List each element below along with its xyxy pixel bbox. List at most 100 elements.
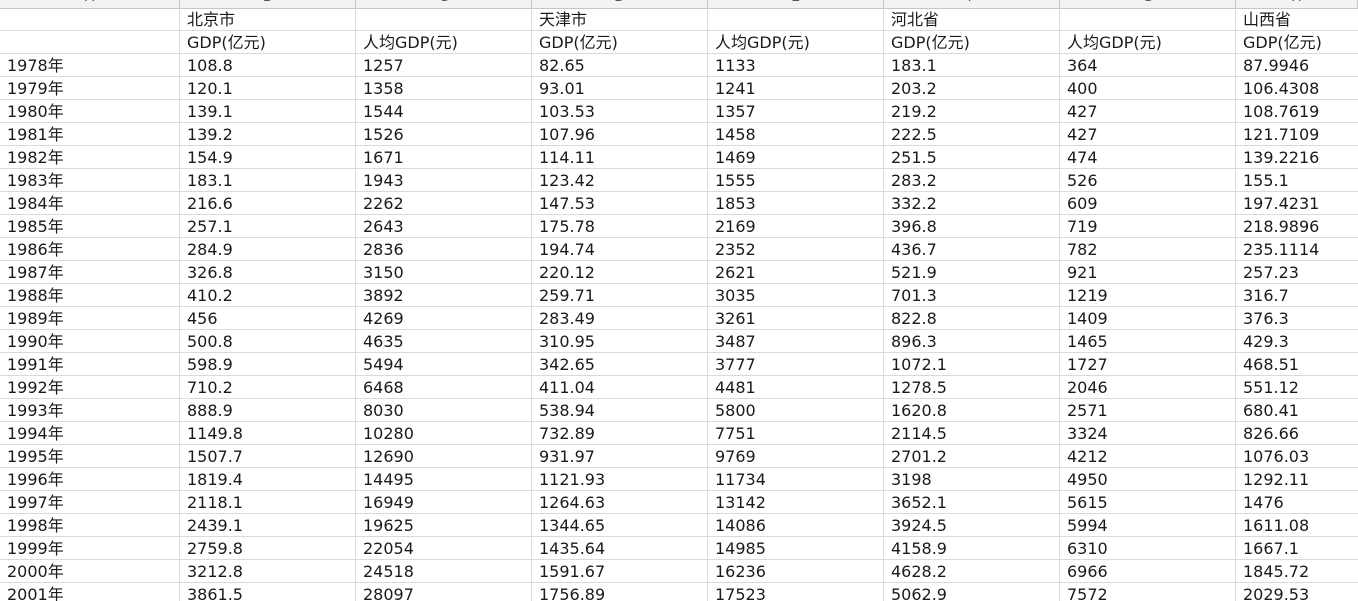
data-cell[interactable]: 1507.7 — [180, 445, 356, 467]
data-cell[interactable]: 1526 — [356, 123, 532, 145]
data-cell[interactable]: 396.8 — [884, 215, 1060, 237]
data-cell[interactable]: 5800 — [708, 399, 884, 421]
data-cell[interactable]: 257.1 — [180, 215, 356, 237]
data-cell[interactable]: 1072.1 — [884, 353, 1060, 375]
data-cell[interactable]: 197.4231 — [1236, 192, 1358, 214]
data-cell[interactable]: 120.1 — [180, 77, 356, 99]
data-cell[interactable]: 121.7109 — [1236, 123, 1358, 145]
data-cell[interactable]: 5994 — [1060, 514, 1236, 536]
data-cell[interactable]: GDP(亿元) — [532, 31, 708, 53]
row-label-cell[interactable] — [0, 31, 180, 53]
data-cell[interactable]: 147.53 — [532, 192, 708, 214]
data-cell[interactable]: 14495 — [356, 468, 532, 490]
column-header-g[interactable]: G — [1060, 0, 1236, 8]
data-cell[interactable]: 1611.08 — [1236, 514, 1358, 536]
data-cell[interactable]: 1476 — [1236, 491, 1358, 513]
data-cell[interactable]: 4635 — [356, 330, 532, 352]
row-label-cell[interactable]: 1998年 — [0, 514, 180, 536]
data-cell[interactable]: 1465 — [1060, 330, 1236, 352]
data-cell[interactable]: 259.71 — [532, 284, 708, 306]
data-cell[interactable]: 342.65 — [532, 353, 708, 375]
data-cell[interactable]: 2169 — [708, 215, 884, 237]
data-cell[interactable]: 19625 — [356, 514, 532, 536]
data-cell[interactable]: 888.9 — [180, 399, 356, 421]
data-cell[interactable]: 1458 — [708, 123, 884, 145]
data-cell[interactable]: 1358 — [356, 77, 532, 99]
data-cell[interactable]: 山西省 — [1236, 8, 1358, 30]
data-cell[interactable]: 235.1114 — [1236, 238, 1358, 260]
row-label-cell[interactable]: 1993年 — [0, 399, 180, 421]
row-label-cell[interactable]: 2000年 — [0, 560, 180, 582]
data-cell[interactable]: 2114.5 — [884, 422, 1060, 444]
data-cell[interactable]: 283.2 — [884, 169, 1060, 191]
data-cell[interactable]: 2701.2 — [884, 445, 1060, 467]
data-cell[interactable]: 3652.1 — [884, 491, 1060, 513]
data-cell[interactable]: 220.12 — [532, 261, 708, 283]
data-cell[interactable]: 183.1 — [180, 169, 356, 191]
data-cell[interactable] — [1060, 8, 1236, 30]
row-label-cell[interactable]: 2001年 — [0, 583, 180, 601]
data-cell[interactable]: 3035 — [708, 284, 884, 306]
row-label-cell[interactable]: 1979年 — [0, 77, 180, 99]
data-cell[interactable]: 10280 — [356, 422, 532, 444]
data-cell[interactable]: 3892 — [356, 284, 532, 306]
data-cell[interactable]: 326.8 — [180, 261, 356, 283]
data-cell[interactable]: 2571 — [1060, 399, 1236, 421]
data-cell[interactable]: 332.2 — [884, 192, 1060, 214]
data-cell[interactable]: 5494 — [356, 353, 532, 375]
data-cell[interactable]: 2759.8 — [180, 537, 356, 559]
data-cell[interactable]: 1469 — [708, 146, 884, 168]
data-cell[interactable]: 1620.8 — [884, 399, 1060, 421]
data-cell[interactable]: 701.3 — [884, 284, 1060, 306]
row-label-cell[interactable]: 1989年 — [0, 307, 180, 329]
data-cell[interactable]: 8030 — [356, 399, 532, 421]
data-cell[interactable]: 364 — [1060, 54, 1236, 76]
data-cell[interactable]: 436.7 — [884, 238, 1060, 260]
data-cell[interactable] — [356, 8, 532, 30]
data-cell[interactable]: 154.9 — [180, 146, 356, 168]
data-cell[interactable]: 3212.8 — [180, 560, 356, 582]
data-cell[interactable]: 1357 — [708, 100, 884, 122]
data-cell[interactable]: 6966 — [1060, 560, 1236, 582]
data-cell[interactable]: 468.51 — [1236, 353, 1358, 375]
data-cell[interactable]: 194.74 — [532, 238, 708, 260]
data-cell[interactable]: 427 — [1060, 123, 1236, 145]
data-cell[interactable]: 551.12 — [1236, 376, 1358, 398]
data-cell[interactable]: 719 — [1060, 215, 1236, 237]
data-cell[interactable]: 219.2 — [884, 100, 1060, 122]
data-cell[interactable]: 16236 — [708, 560, 884, 582]
data-cell[interactable]: 人均GDP(元) — [356, 31, 532, 53]
row-label-cell[interactable]: 1990年 — [0, 330, 180, 352]
data-cell[interactable]: 456 — [180, 307, 356, 329]
data-cell[interactable]: 1409 — [1060, 307, 1236, 329]
data-cell[interactable]: 410.2 — [180, 284, 356, 306]
data-cell[interactable]: 376.3 — [1236, 307, 1358, 329]
data-cell[interactable]: 1241 — [708, 77, 884, 99]
row-label-cell[interactable]: 1984年 — [0, 192, 180, 214]
data-cell[interactable]: 7572 — [1060, 583, 1236, 601]
row-label-cell[interactable]: 1985年 — [0, 215, 180, 237]
data-cell[interactable]: 1591.67 — [532, 560, 708, 582]
row-label-cell[interactable]: 1999年 — [0, 537, 180, 559]
data-cell[interactable]: 北京市 — [180, 8, 356, 30]
data-cell[interactable]: 5615 — [1060, 491, 1236, 513]
data-cell[interactable]: 284.9 — [180, 238, 356, 260]
data-cell[interactable]: 3777 — [708, 353, 884, 375]
data-cell[interactable]: 1076.03 — [1236, 445, 1358, 467]
data-cell[interactable]: 1853 — [708, 192, 884, 214]
data-cell[interactable]: 4212 — [1060, 445, 1236, 467]
column-header-c[interactable]: C — [356, 0, 532, 8]
data-cell[interactable]: 4950 — [1060, 468, 1236, 490]
data-cell[interactable]: 1819.4 — [180, 468, 356, 490]
data-cell[interactable]: 1133 — [708, 54, 884, 76]
data-cell[interactable]: 1667.1 — [1236, 537, 1358, 559]
data-cell[interactable]: 7751 — [708, 422, 884, 444]
data-cell[interactable]: 598.9 — [180, 353, 356, 375]
data-cell[interactable]: 1727 — [1060, 353, 1236, 375]
data-cell[interactable]: 12690 — [356, 445, 532, 467]
data-cell[interactable]: 5062.9 — [884, 583, 1060, 601]
data-cell[interactable]: 天津市 — [532, 8, 708, 30]
data-cell[interactable]: 4158.9 — [884, 537, 1060, 559]
data-cell[interactable]: 427 — [1060, 100, 1236, 122]
data-cell[interactable]: 500.8 — [180, 330, 356, 352]
